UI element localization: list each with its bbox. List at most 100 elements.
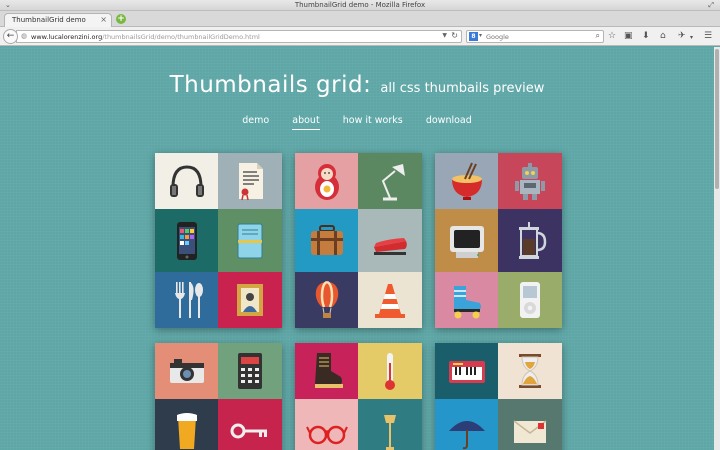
thumbnail-document[interactable] [218, 153, 282, 209]
thumbnail-desk-lamp[interactable] [358, 153, 422, 209]
thumbnail-key[interactable] [218, 399, 282, 450]
bookmarks-menu-icon[interactable]: ▣ [624, 31, 633, 41]
bookmark-star-icon[interactable]: ☆ [608, 31, 616, 41]
calculator-icon [238, 353, 262, 389]
thumbnail-traffic-cone[interactable] [358, 272, 422, 328]
thumbnail-umbrella[interactable] [435, 399, 498, 450]
url-bar[interactable]: ◍ www.lucalorenzini.org/thumbnailsGrid/d… [16, 30, 462, 43]
scrollbar-thumb[interactable] [715, 49, 719, 189]
boot-icon [314, 353, 343, 388]
thumbnail-boot[interactable] [295, 343, 358, 399]
thumbnail-robot[interactable] [498, 153, 562, 209]
search-engine-icon[interactable]: 8 [469, 32, 478, 41]
url-text[interactable]: www.lucalorenzini.org/thumbnailsGrid/dem… [31, 33, 260, 41]
stapler-icon [374, 237, 407, 255]
traffic-cone-icon [375, 284, 405, 318]
thumbnail-keyboard-piano[interactable] [435, 343, 498, 399]
thumbnail-beer-glass[interactable] [155, 399, 218, 450]
close-icon[interactable]: × [100, 15, 107, 24]
card-5[interactable] [295, 343, 422, 450]
thumbnail-cutlery[interactable] [155, 272, 218, 328]
thumbnail-envelope[interactable] [498, 399, 562, 450]
thumbnail-computer-monitor[interactable] [435, 209, 498, 272]
thumbnail-suitcase[interactable] [295, 209, 358, 272]
thumbnail-picture-frame[interactable] [218, 272, 282, 328]
share-dropdown-icon[interactable]: ▾ [690, 33, 693, 43]
card-1[interactable] [155, 153, 282, 328]
search-icon[interactable]: ⌕ [596, 31, 600, 41]
search-bar[interactable]: 8 ▾ ⌕ [466, 30, 604, 43]
hamburger-menu-icon[interactable]: ☰ [704, 31, 712, 41]
tab-thumbnailgrid-demo[interactable]: ThumbnailGrid demo × [4, 13, 112, 27]
cutlery-icon [174, 282, 203, 318]
new-tab-button[interactable]: + [116, 14, 126, 24]
street-lamp-icon [384, 414, 396, 450]
tab-label: ThumbnailGrid demo [12, 16, 86, 24]
thumbnail-calculator[interactable] [218, 343, 282, 399]
matryoshka-icon [314, 164, 339, 200]
card-6[interactable] [435, 343, 562, 450]
thumbnail-french-press[interactable] [498, 209, 562, 272]
umbrella-icon [448, 420, 485, 449]
home-icon[interactable]: ⌂ [660, 31, 666, 41]
card-3[interactable] [435, 153, 562, 328]
hot-air-balloon-icon [315, 280, 338, 318]
social-share-icon[interactable]: ✈ [678, 31, 686, 41]
card-4[interactable] [155, 343, 282, 450]
roller-skate-icon [453, 286, 481, 319]
smartphone-icon [176, 221, 197, 260]
beer-glass-icon [176, 412, 197, 449]
hourglass-icon [519, 354, 541, 388]
main-menu: demo about how it works download [0, 108, 714, 130]
thermometer-icon [385, 353, 395, 390]
page-subtitle: all css thumbails preview [380, 81, 545, 96]
back-button[interactable]: ← [3, 29, 18, 44]
navigation-toolbar: ◍ www.lucalorenzini.org/thumbnailsGrid/d… [0, 27, 720, 46]
search-engine-dropdown-icon[interactable]: ▾ [479, 32, 482, 39]
french-press-icon [519, 221, 547, 259]
glasses-icon [305, 425, 348, 444]
thumbnail-noodle-bowl[interactable] [435, 153, 498, 209]
menu-item-how-it-works[interactable]: how it works [343, 115, 403, 129]
key-icon [230, 423, 267, 438]
thumbnail-camera[interactable] [155, 343, 218, 399]
reload-icon[interactable]: ↻ [451, 31, 458, 40]
thumbnail-hourglass[interactable] [498, 343, 562, 399]
noodle-bowl-icon [451, 162, 482, 200]
maximize-icon[interactable]: ⤢ [708, 1, 714, 10]
tab-strip: ThumbnailGrid demo × + [0, 11, 720, 27]
menu-item-about[interactable]: about [292, 115, 320, 130]
picture-frame-icon [237, 284, 263, 316]
thumbnail-street-lamp[interactable] [358, 399, 422, 450]
thumbnail-smartphone[interactable] [155, 209, 218, 272]
downloads-icon[interactable]: ⬇ [642, 31, 650, 41]
menu-item-download[interactable]: download [426, 115, 472, 129]
thumbnail-glasses[interactable] [295, 399, 358, 450]
card-2[interactable] [295, 153, 422, 328]
notebook-icon [237, 223, 263, 258]
window-titlebar: ⌄ ThumbnailGrid demo - Mozilla Firefox ⤢ [0, 0, 720, 11]
ipod-icon [520, 282, 540, 318]
history-dropdown-icon[interactable]: ▼ [442, 32, 447, 39]
thumbnail-notebook[interactable] [218, 209, 282, 272]
headphones-icon [169, 165, 204, 197]
thumbnail-stapler[interactable] [358, 209, 422, 272]
page-heading: Thumbnails grid: all css thumbails previ… [0, 72, 714, 98]
vertical-scrollbar[interactable] [714, 47, 720, 450]
menu-item-demo[interactable]: demo [242, 115, 269, 129]
camera-icon [169, 359, 204, 383]
thumbnail-ipod[interactable] [498, 272, 562, 328]
thumbnail-roller-skate[interactable] [435, 272, 498, 328]
thumbnail-matryoshka[interactable] [295, 153, 358, 209]
search-input[interactable] [486, 32, 586, 42]
thumbnail-thermometer[interactable] [358, 343, 422, 399]
window-title: ThumbnailGrid demo - Mozilla Firefox [294, 1, 426, 9]
page-content: Thumbnails grid: all css thumbails previ… [0, 47, 714, 450]
suitcase-icon [310, 224, 343, 255]
document-icon [239, 163, 263, 201]
robot-icon [515, 163, 545, 200]
thumbnail-headphones[interactable] [155, 153, 218, 209]
envelope-icon [513, 419, 547, 443]
thumbnail-hot-air-balloon[interactable] [295, 272, 358, 328]
computer-monitor-icon [449, 225, 484, 258]
